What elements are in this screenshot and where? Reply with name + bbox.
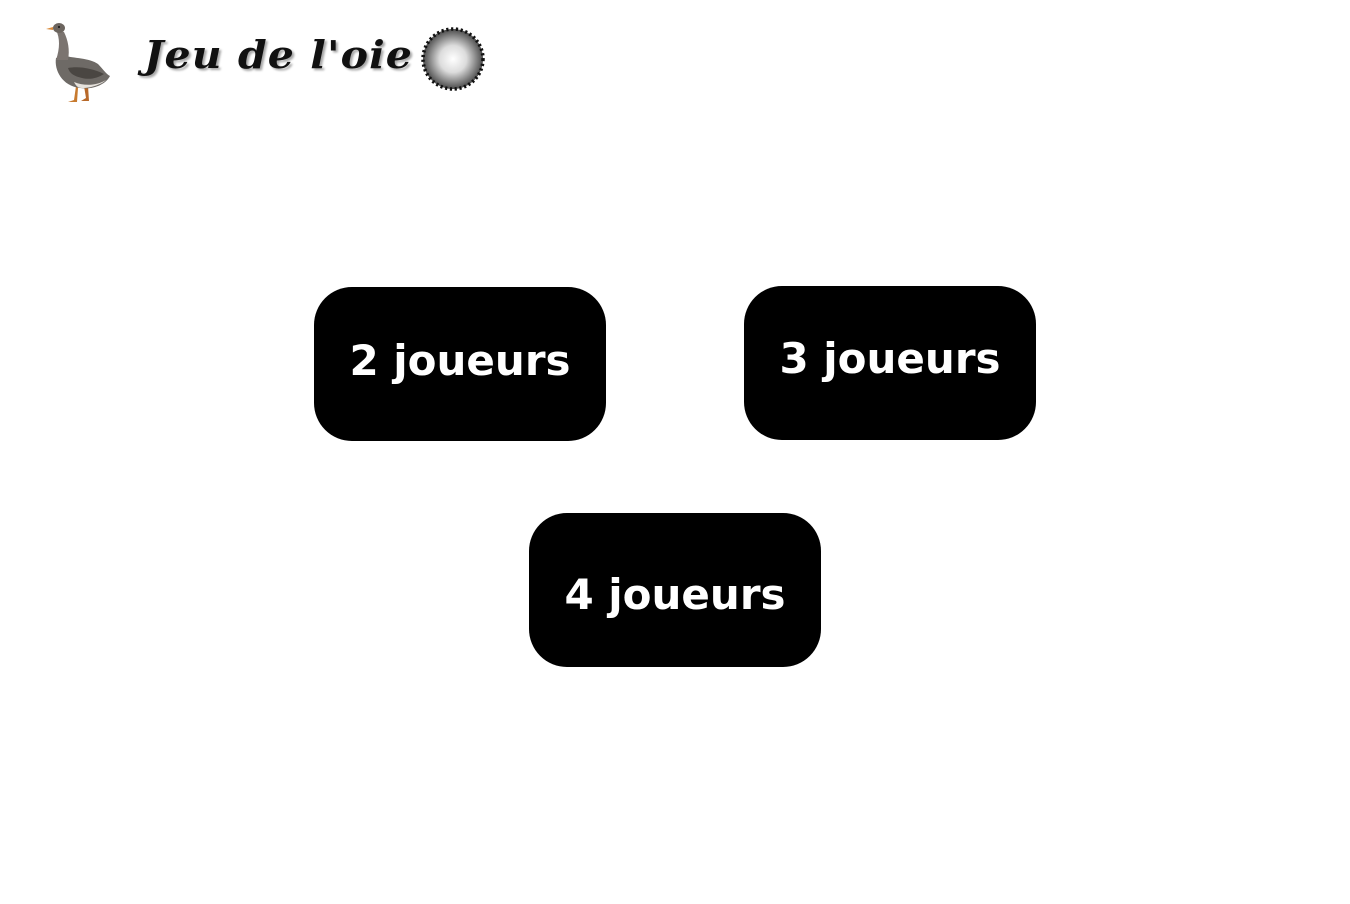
goose-icon — [46, 23, 110, 102]
two-players-label: 2 joueurs — [349, 335, 571, 385]
four-players-label: 4 joueurs — [564, 569, 786, 619]
page: Jeu de l'oie 2 joueurs 3 joueurs 4 joueu… — [0, 0, 1350, 904]
site-title: Jeu de l'oie — [144, 32, 413, 77]
two-players-button[interactable]: 2 joueurs — [314, 287, 606, 441]
three-players-button[interactable]: 3 joueurs — [744, 286, 1036, 440]
pawn-token-icon — [421, 27, 485, 91]
three-players-label: 3 joueurs — [779, 333, 1001, 383]
four-players-button[interactable]: 4 joueurs — [529, 513, 821, 667]
